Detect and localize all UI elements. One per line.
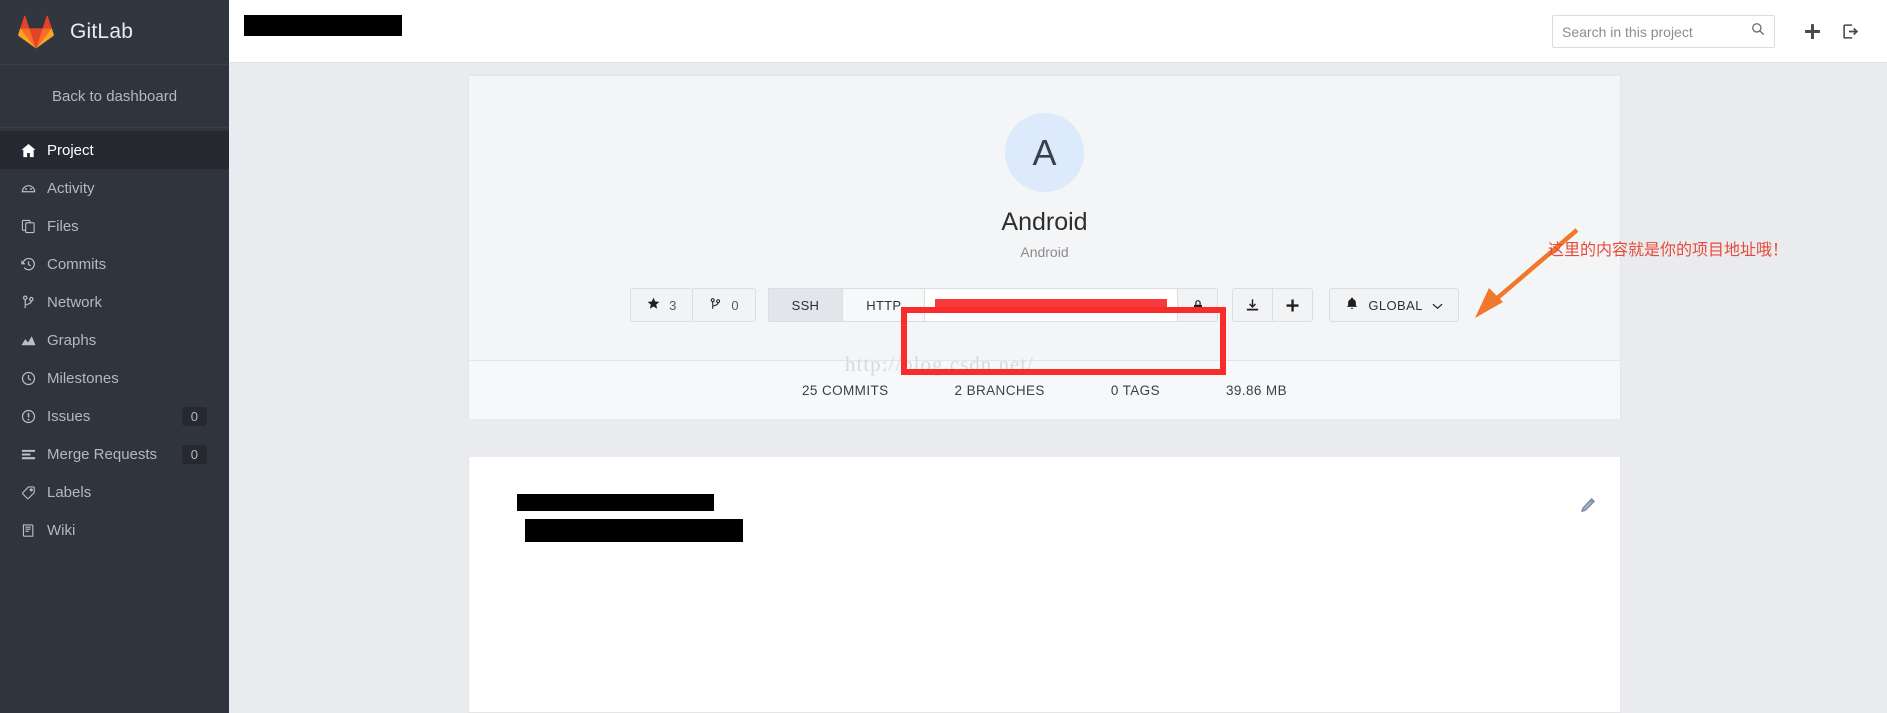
sidebar-item-issues[interactable]: Issues 0 [0, 397, 229, 435]
search-input[interactable] [1562, 23, 1751, 40]
search-icon[interactable] [1751, 22, 1765, 41]
tag-icon [21, 485, 47, 500]
star-button[interactable]: 3 [630, 288, 694, 322]
brand-name: GitLab [70, 20, 134, 43]
sidebar-item-label: Wiki [47, 521, 76, 539]
sidebar-item-milestones[interactable]: Milestones [0, 359, 229, 397]
sign-out-button[interactable] [1831, 0, 1869, 63]
sidebar-item-label: Activity [47, 179, 95, 197]
sidebar-item-label: Merge Requests [47, 445, 158, 463]
project-subtitle: Android [1020, 244, 1069, 260]
readme-line-1-redaction [517, 494, 714, 511]
sidebar-item-network[interactable]: Network [0, 283, 229, 321]
sidebar-item-labels[interactable]: Labels [0, 473, 229, 511]
annotation-text: 这里的内容就是你的项目地址哦！ [1548, 240, 1789, 259]
download-button[interactable] [1232, 288, 1274, 322]
fork-icon [709, 297, 722, 314]
project-name-redaction [244, 15, 402, 36]
clone-url-input[interactable] [925, 288, 1179, 322]
sidebar-item-label: Graphs [47, 331, 97, 349]
sidebar-item-commits[interactable]: Commits [0, 245, 229, 283]
clone-url-redaction [935, 298, 1168, 312]
dashboard-icon [21, 181, 47, 196]
sidebar-item-graphs[interactable]: Graphs [0, 321, 229, 359]
sidebar-item-project[interactable]: Project [0, 131, 229, 169]
readme-line-2-redaction [525, 519, 743, 542]
branch-icon [21, 295, 47, 310]
project-title: Android [1001, 208, 1088, 236]
home-icon [21, 143, 47, 158]
area-chart-icon [21, 333, 47, 348]
clock-icon [21, 371, 47, 386]
sidebar-item-label: Commits [47, 255, 107, 273]
sidebar: GitLab Back to dashboard Project Activit… [0, 0, 229, 713]
sidebar-item-activity[interactable]: Activity [0, 169, 229, 207]
page-body: A Android Android 3 [229, 0, 1887, 713]
project-identity: A Android Android [469, 76, 1620, 260]
project-download-actions [1232, 288, 1314, 322]
sidebar-item-label: Network [47, 293, 103, 311]
clone-action-row: 3 0 SSH HTTP GLOBAL [469, 288, 1620, 360]
fork-button[interactable]: 0 [692, 288, 756, 322]
star-icon [647, 297, 660, 313]
readme-panel [468, 457, 1621, 713]
star-count: 3 [669, 297, 677, 313]
project-stats-bar: 25 COMMITS 2 BRANCHES 0 TAGS 39.86 MB [469, 360, 1620, 419]
sidebar-item-files[interactable]: Files [0, 207, 229, 245]
exclamation-circle-icon [21, 409, 47, 424]
sidebar-item-label: Files [47, 217, 79, 235]
notification-dropdown-button[interactable]: GLOBAL [1329, 288, 1459, 322]
sidebar-item-label: Milestones [47, 369, 119, 387]
brand-header[interactable]: GitLab [0, 0, 229, 65]
protocol-ssh-button[interactable]: SSH [767, 288, 844, 322]
notification-level-label: GLOBAL [1368, 297, 1423, 313]
search-box[interactable] [1552, 15, 1775, 48]
sidebar-item-label: Project [47, 141, 94, 159]
sidebar-item-merge-requests[interactable]: Merge Requests 0 [0, 435, 229, 473]
gitlab-tanuki-logo [18, 15, 54, 49]
issues-count-badge: 0 [181, 406, 207, 426]
stat-branches[interactable]: 2 BRANCHES [955, 383, 1045, 398]
chevron-down-icon [1432, 298, 1443, 313]
project-avatar: A [1005, 113, 1084, 192]
protocol-http-button[interactable]: HTTP [842, 288, 926, 322]
sidebar-item-label: Labels [47, 483, 92, 501]
book-icon [21, 523, 47, 538]
sidebar-item-label: Issues [47, 407, 91, 425]
merge-requests-count-badge: 0 [181, 444, 207, 464]
files-icon [21, 219, 47, 234]
project-counters: 3 0 [630, 288, 756, 322]
bell-icon [1345, 296, 1359, 314]
back-to-dashboard-link[interactable]: Back to dashboard [0, 65, 229, 128]
fork-count: 0 [731, 297, 739, 313]
project-header-panel: A Android Android 3 0 SSH HTTP GLOBAL 25… [468, 75, 1621, 419]
sidebar-nav: Project Activity Files Commits Network G… [0, 128, 229, 549]
stat-repository-size: 39.86 MB [1225, 382, 1287, 398]
merge-request-icon [21, 447, 47, 462]
top-navbar-actions [1552, 0, 1869, 63]
clone-url-group: SSH HTTP [767, 288, 1219, 322]
stat-commits[interactable]: 25 COMMITS [802, 383, 889, 398]
sidebar-item-wiki[interactable]: Wiki [0, 511, 229, 549]
stat-tags[interactable]: 0 TAGS [1111, 383, 1160, 398]
top-navbar [229, 0, 1887, 63]
copy-url-button[interactable] [1178, 288, 1219, 322]
add-button[interactable] [1272, 288, 1314, 322]
new-item-button[interactable] [1793, 0, 1831, 63]
edit-readme-button[interactable] [1580, 497, 1596, 518]
gitlab-project-page: GitLab Back to dashboard Project Activit… [0, 0, 1887, 713]
history-icon [21, 257, 47, 272]
